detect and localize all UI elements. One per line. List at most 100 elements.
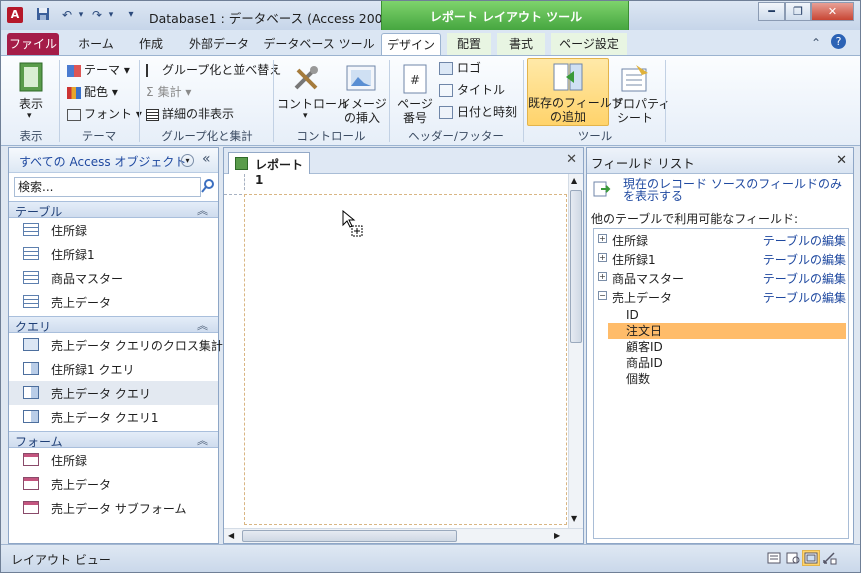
tab-database-tools[interactable]: データベース ツール <box>263 33 375 55</box>
nav-item-query[interactable]: 売上データ クエリ <box>9 381 218 405</box>
section-tables[interactable]: テーブル ︽ <box>9 201 218 219</box>
page-number-button[interactable]: # ページ 番号 <box>395 60 435 125</box>
field-item[interactable]: 商品ID <box>608 355 846 371</box>
tab-home[interactable]: ホーム <box>71 33 121 55</box>
nav-item-query[interactable]: 住所録1 クエリ <box>9 357 218 381</box>
view-button[interactable]: 表示 ▾ <box>7 60 55 124</box>
redo-dropdown-icon[interactable]: ▾ <box>103 7 119 23</box>
table-node[interactable]: + 住所録1 テーブルの編集 <box>594 249 848 268</box>
customize-toolbar-icon[interactable]: ▾ <box>123 7 139 23</box>
report-layout-area[interactable] <box>244 194 567 525</box>
section-queries[interactable]: クエリ ︽ <box>9 316 218 334</box>
report-tab-label: レポート1 <box>255 158 304 187</box>
collapse-section-icon: ︽ <box>197 204 208 217</box>
field-tree: + 住所録 テーブルの編集 + 住所録1 テーブルの編集 + 商品マスター テーブルの編集 … <box>593 228 849 539</box>
help-icon[interactable]: ? <box>831 34 846 49</box>
field-item[interactable]: 個数 <box>608 371 846 387</box>
group-label-view: 表示 <box>19 129 43 143</box>
font-label: フォント <box>84 107 133 121</box>
maximize-button[interactable]: ❐ <box>785 2 811 21</box>
close-field-list-icon[interactable]: ✕ <box>836 153 847 168</box>
nav-item-table[interactable]: 住所録 <box>9 218 218 242</box>
table-node[interactable]: + 住所録 テーブルの編集 <box>594 230 848 249</box>
table-node[interactable]: + 商品マスター テーブルの編集 <box>594 268 848 287</box>
show-current-source-link[interactable]: 現在のレコード ソースのフィールドのみを表示する <box>623 178 848 202</box>
title-button[interactable]: タイトル <box>439 80 505 100</box>
section-forms[interactable]: フォーム ︽ <box>9 431 218 449</box>
close-button[interactable]: ✕ <box>811 2 854 21</box>
nav-item-table[interactable]: 商品マスター <box>9 266 218 290</box>
minimize-button[interactable]: ━ <box>758 2 785 21</box>
add-existing-fields-button[interactable]: 既存のフィールド の追加 <box>527 58 624 126</box>
nav-item-table[interactable]: 売上データ <box>9 290 218 314</box>
tab-create[interactable]: 作成 <box>129 33 173 55</box>
report-tab[interactable]: レポート1 <box>228 152 310 187</box>
edit-table-link[interactable]: テーブルの編集 <box>763 251 846 268</box>
hide-details-label: 詳細の非表示 <box>162 107 235 121</box>
tab-file[interactable]: ファイル <box>7 33 59 55</box>
nav-item-form[interactable]: 売上データ <box>9 472 218 496</box>
ribbon-minimize-icon[interactable]: ⌃ <box>811 36 821 50</box>
nav-item-query[interactable]: 売上データ クエリのクロス集計 <box>9 333 223 357</box>
vertical-scrollbar[interactable]: ▲ ▼ <box>568 174 583 528</box>
nav-item-form[interactable]: 住所録 <box>9 448 218 472</box>
save-icon[interactable] <box>35 7 51 23</box>
date-time-label: 日付と時刻 <box>457 105 518 119</box>
search-icon[interactable] <box>201 178 215 196</box>
hide-details-icon <box>146 108 159 121</box>
close-document-icon[interactable]: ✕ <box>566 152 577 167</box>
totals-button[interactable]: Σ 集計 ▾ <box>146 82 191 102</box>
access-app-icon[interactable]: A <box>7 7 23 23</box>
theme-button[interactable]: テーマ ▾ <box>67 60 130 80</box>
property-sheet-button[interactable]: プロパティ シート <box>611 60 670 125</box>
horizontal-scroll-thumb <box>242 530 457 542</box>
controls-button[interactable]: コントロール ▾ <box>277 60 349 124</box>
date-time-button[interactable]: 日付と時刻 <box>439 102 517 122</box>
table-node[interactable]: − 売上データ テーブルの編集 <box>594 287 848 306</box>
print-preview-icon[interactable] <box>784 550 802 566</box>
controls-dropdown-icon: ▾ <box>303 111 308 121</box>
calendar-icon <box>439 106 453 119</box>
design-view-icon[interactable] <box>821 550 839 566</box>
svg-text:#: # <box>410 73 420 87</box>
color-button[interactable]: 配色 ▾ <box>67 82 118 102</box>
tab-arrange[interactable]: 配置 <box>447 33 491 55</box>
search-input[interactable]: 検索... <box>14 177 201 197</box>
group-separator <box>389 60 390 142</box>
logo-label: ロゴ <box>457 61 482 75</box>
layout-view-icon[interactable] <box>802 550 820 566</box>
tab-format[interactable]: 書式 <box>497 33 545 55</box>
hide-details-button[interactable]: 詳細の非表示 <box>146 104 234 124</box>
edit-table-link[interactable]: テーブルの編集 <box>763 270 846 287</box>
item-label: 住所録 <box>51 224 88 238</box>
nav-item-form[interactable]: 売上データ サブフォーム <box>9 496 218 520</box>
nav-title[interactable]: すべての Access オブジェクト <box>19 153 186 170</box>
edit-table-link[interactable]: テーブルの編集 <box>763 232 846 249</box>
item-label: 住所録1 <box>51 248 95 262</box>
report-view-icon[interactable] <box>765 550 783 566</box>
edit-table-link[interactable]: テーブルの編集 <box>763 289 846 306</box>
insert-image-button[interactable]: イメージ の挿入 <box>339 60 387 125</box>
scroll-up-icon: ▲ <box>571 176 578 185</box>
group-sort-button[interactable]: グループ化と並べ替え <box>146 60 281 80</box>
tab-page-setup[interactable]: ページ設定 <box>551 33 627 55</box>
field-item[interactable]: 顧客ID <box>608 339 846 355</box>
group-label-controls: コントロール <box>296 129 366 143</box>
logo-button[interactable]: ロゴ <box>439 58 481 78</box>
field-item-selected[interactable]: 注文日 <box>608 323 846 339</box>
font-button[interactable]: フォント ▾ <box>67 104 142 124</box>
nav-collapse-icon[interactable]: « <box>202 151 211 167</box>
field-item[interactable]: ID <box>608 307 846 323</box>
tab-design[interactable]: デザイン <box>381 33 441 55</box>
group-separator <box>59 60 60 142</box>
undo-dropdown-icon[interactable]: ▾ <box>73 7 89 23</box>
item-label: 売上データ <box>51 296 112 310</box>
group-label-themes: テーマ <box>81 129 117 143</box>
nav-menu-chevron-icon[interactable]: ▾ <box>181 154 194 167</box>
horizontal-scrollbar[interactable]: ◀ ▶ <box>224 528 583 543</box>
table-icon <box>23 223 39 236</box>
nav-item-table[interactable]: 住所録1 <box>9 242 218 266</box>
item-label: 売上データ サブフォーム <box>51 502 187 516</box>
nav-item-query[interactable]: 売上データ クエリ1 <box>9 405 218 429</box>
tab-external-data[interactable]: 外部データ <box>181 33 257 55</box>
